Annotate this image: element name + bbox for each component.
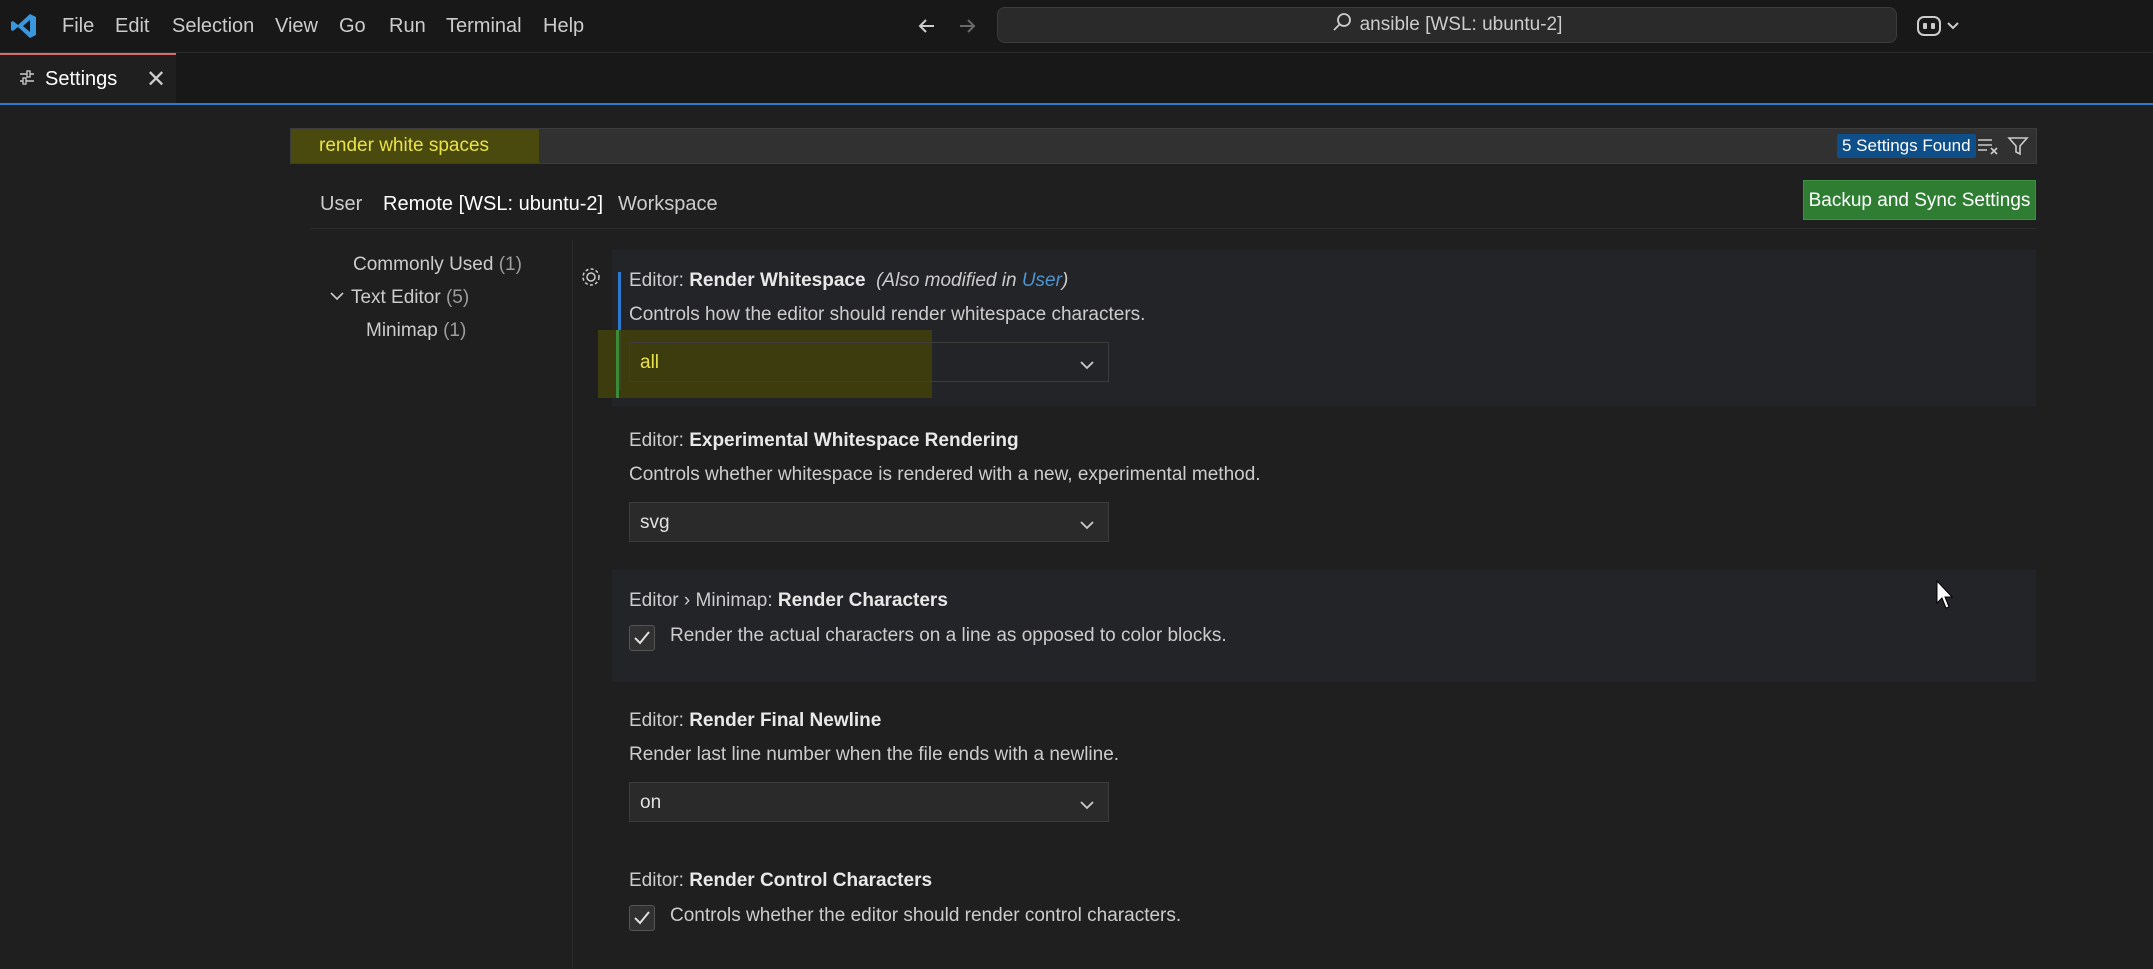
checkbox-label: Render the actual characters on a line a… bbox=[670, 625, 1227, 646]
toc-text-editor[interactable]: Text Editor (5) bbox=[328, 287, 469, 309]
menu-view[interactable]: View bbox=[275, 0, 318, 52]
setting-description: Controls how the editor should render wh… bbox=[629, 304, 1146, 325]
menu-terminal[interactable]: Terminal bbox=[446, 0, 522, 52]
final-newline-dropdown[interactable]: on bbox=[629, 782, 1109, 822]
scope-divider bbox=[310, 228, 2036, 229]
copilot-icon[interactable] bbox=[1915, 10, 1965, 42]
menu-selection[interactable]: Selection bbox=[172, 0, 254, 52]
setting-category: Editor: bbox=[629, 870, 690, 891]
backup-sync-button[interactable]: Backup and Sync Settings bbox=[1803, 180, 2036, 220]
vscode-logo-icon bbox=[10, 12, 38, 40]
menu-run[interactable]: Run bbox=[389, 0, 426, 52]
modified-indicator bbox=[616, 330, 619, 398]
experimental-rendering-dropdown[interactable]: svg bbox=[629, 502, 1109, 542]
toc-commonly-used[interactable]: Commonly Used (1) bbox=[353, 254, 522, 276]
chevron-down-icon bbox=[328, 287, 351, 308]
search-query: render white spaces bbox=[319, 135, 490, 156]
setting-category: Editor › Minimap: bbox=[629, 590, 778, 611]
setting-render-control-characters: Editor: Render Control Characters Contro… bbox=[612, 850, 2036, 962]
menu-edit[interactable]: Edit bbox=[115, 0, 149, 52]
results-count-badge: 5 Settings Found bbox=[1837, 134, 1976, 158]
scope-tab-user[interactable]: User bbox=[320, 190, 362, 228]
menu-help[interactable]: Help bbox=[543, 0, 584, 52]
setting-render-final-newline: Editor: Render Final Newline Render last… bbox=[612, 690, 2036, 846]
setting-category: Editor: bbox=[629, 270, 690, 291]
setting-minimap-render-characters: Editor › Minimap: Render Characters Rend… bbox=[612, 570, 2036, 682]
setting-name: Render Final Newline bbox=[689, 710, 882, 731]
setting-description: Render last line number when the file en… bbox=[629, 744, 1120, 765]
render-whitespace-dropdown[interactable]: all bbox=[629, 342, 1109, 382]
setting-name: Render Control Characters bbox=[689, 870, 933, 891]
title-bar: File Edit Selection View Go Run Terminal… bbox=[0, 0, 2153, 53]
setting-name: Render Characters bbox=[777, 590, 948, 611]
scope-tab-workspace[interactable]: Workspace bbox=[618, 190, 718, 228]
tab-label: Settings bbox=[45, 68, 118, 90]
back-arrow-icon[interactable] bbox=[912, 10, 942, 42]
dropdown-value: all bbox=[640, 352, 660, 373]
setting-title: Editor: Render Whitespace (Also modified… bbox=[629, 270, 1068, 292]
toc-count: (5) bbox=[445, 287, 470, 308]
dropdown-value: svg bbox=[640, 512, 670, 533]
setting-title: Editor: Render Control Characters bbox=[629, 870, 932, 892]
chevron-down-icon bbox=[1078, 515, 1096, 538]
setting-category: Editor: bbox=[629, 710, 690, 731]
toc-count: (1) bbox=[443, 320, 467, 341]
toc-label: Commonly Used bbox=[353, 254, 494, 275]
command-center-label: ansible [WSL: ubuntu-2] bbox=[1359, 14, 1563, 35]
settings-search-input[interactable]: render white spaces 5 Settings Found bbox=[290, 128, 2037, 164]
tab-settings[interactable]: Settings ✕ bbox=[0, 53, 176, 103]
user-link[interactable]: User bbox=[1022, 270, 1062, 291]
gear-icon[interactable] bbox=[580, 266, 602, 294]
checkmark-icon bbox=[634, 631, 650, 645]
filter-icon[interactable] bbox=[2007, 135, 2029, 163]
setting-render-whitespace: Editor: Render Whitespace (Also modified… bbox=[582, 250, 2036, 406]
clear-filter-icon[interactable] bbox=[1977, 136, 1999, 162]
search-icon bbox=[1332, 12, 1352, 38]
editor-tab-bar: Settings ✕ bbox=[0, 53, 2153, 105]
toc-minimap[interactable]: Minimap (1) bbox=[366, 320, 466, 342]
setting-experimental-whitespace-rendering: Editor: Experimental Whitespace Renderin… bbox=[612, 410, 2036, 566]
checkbox-label: Controls whether the editor should rende… bbox=[670, 905, 1182, 926]
modified-note: (Also modified in User) bbox=[876, 270, 1068, 291]
setting-title: Editor: Render Final Newline bbox=[629, 710, 881, 732]
setting-category: Editor: bbox=[629, 430, 690, 451]
command-center[interactable]: ansible [WSL: ubuntu-2] bbox=[997, 7, 1897, 43]
toc-count: (1) bbox=[498, 254, 522, 275]
note-prefix: (Also modified in bbox=[876, 270, 1022, 291]
forward-arrow-icon[interactable] bbox=[952, 10, 982, 42]
note-suffix: ) bbox=[1061, 270, 1069, 291]
render-characters-checkbox[interactable] bbox=[629, 625, 655, 651]
scope-tab-remote[interactable]: Remote [WSL: ubuntu-2] bbox=[372, 190, 615, 229]
menu-file[interactable]: File bbox=[62, 0, 94, 52]
toc-label: Minimap bbox=[366, 320, 438, 341]
control-characters-checkbox[interactable] bbox=[629, 905, 655, 931]
setting-title: Editor: Experimental Whitespace Renderin… bbox=[629, 430, 1019, 452]
setting-name: Render Whitespace bbox=[689, 270, 866, 291]
menu-go[interactable]: Go bbox=[339, 0, 366, 52]
setting-title: Editor › Minimap: Render Characters bbox=[629, 590, 948, 612]
mouse-cursor-icon bbox=[1935, 579, 1955, 616]
settings-sliders-icon bbox=[18, 69, 36, 93]
setting-description: Controls whether whitespace is rendered … bbox=[629, 464, 1261, 485]
chevron-down-icon bbox=[1078, 355, 1096, 378]
chevron-down-icon bbox=[1078, 795, 1096, 818]
dropdown-value: on bbox=[640, 792, 662, 813]
toc-label: Text Editor bbox=[350, 287, 441, 308]
checkmark-icon bbox=[634, 911, 650, 925]
toc-divider bbox=[572, 240, 573, 969]
close-icon[interactable]: ✕ bbox=[146, 65, 166, 94]
setting-name: Experimental Whitespace Rendering bbox=[689, 430, 1019, 451]
